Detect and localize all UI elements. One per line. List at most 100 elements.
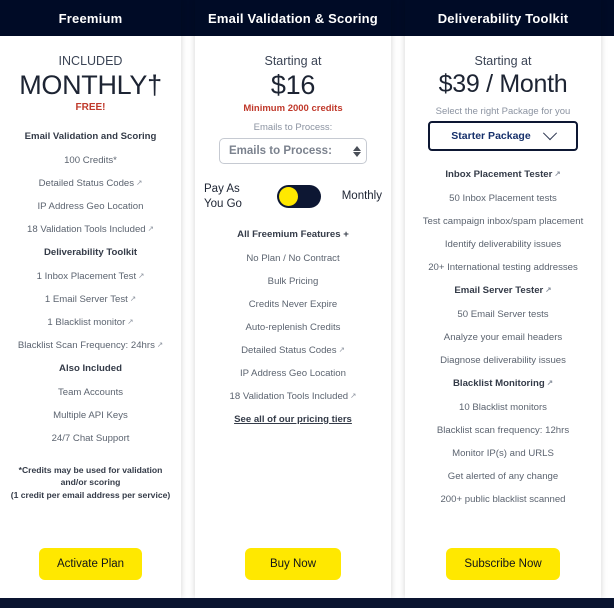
feature-item: 10 Blacklist monitors [411, 402, 595, 414]
feature-item: 20+ International testing addresses [411, 262, 595, 274]
feature-item[interactable]: Blacklist Scan Frequency: 24hrs ↗ [6, 340, 175, 352]
feature-label: Identify deliverability issues [444, 238, 562, 250]
external-link-icon: ↗ [554, 169, 561, 178]
feature-label: Blacklist Monitoring [453, 377, 545, 389]
feature-item: IP Address Geo Location [201, 368, 385, 380]
emails-to-process-placeholder: Emails to Process: [229, 145, 332, 158]
price-block-freemium: INCLUDED MONTHLY† FREE! [6, 36, 175, 113]
card-gap [391, 0, 405, 598]
spinner-up-arrow-icon[interactable] [352, 145, 361, 151]
feature-label: Test campaign inbox/spam placement [422, 215, 584, 227]
feature-item: 200+ public blacklist scanned [411, 494, 595, 506]
feature-label: Inbox Placement Tester [445, 169, 553, 180]
toggle-knob [278, 187, 298, 207]
pricing-cards-row: Freemium INCLUDED MONTHLY† FREE! Email V… [0, 0, 614, 598]
cta-wrap-deliverability: Subscribe Now [411, 548, 595, 598]
price-value-email-validation: $16 [270, 70, 316, 100]
external-link-icon: ↗ [546, 377, 553, 387]
starting-at-label: Starting at [474, 54, 532, 68]
card-body-deliverability: Starting at $39 / Month Select the right… [405, 36, 601, 598]
feature-section-heading: Also Included [6, 363, 175, 375]
feature-label: Blacklist Scan Frequency: 24hrs [17, 340, 155, 352]
activate-plan-button[interactable]: Activate Plan [38, 548, 143, 580]
spinner-down-arrow-icon[interactable] [352, 151, 361, 157]
feature-item: Credits Never Expire [201, 299, 385, 311]
feature-label: 24/7 Chat Support [51, 433, 130, 445]
feature-item: 50 Inbox Placement tests [411, 193, 595, 205]
feature-item: 100 Credits* [6, 155, 175, 167]
emails-to-process-input[interactable]: Emails to Process: [219, 138, 367, 165]
feature-label: 200+ public blacklist scanned [440, 493, 566, 505]
feature-item[interactable]: Detailed Status Codes ↗ [6, 178, 175, 190]
feature-label: Also Included [59, 363, 122, 375]
feature-item[interactable]: 1 Blacklist monitor ↗ [6, 317, 175, 329]
feature-item: Analyze your email headers [411, 332, 595, 344]
feature-label: IP Address Geo Location [37, 201, 144, 213]
card-header-deliverability: Deliverability Toolkit [405, 0, 601, 36]
external-link-icon: ↗ [545, 284, 552, 294]
feature-item: IP Address Geo Location [6, 201, 175, 213]
feature-list-deliverability: Inbox Placement Tester ↗ 50 Inbox Placeme… [411, 165, 595, 517]
bottom-navy-band [0, 598, 614, 608]
feature-section-heading: All Freemium Features + [201, 229, 385, 241]
card-gap [181, 0, 195, 598]
feature-section-heading[interactable]: Email Server Tester ↗ [411, 285, 595, 297]
feature-label: Email Server Tester [454, 284, 544, 296]
billing-toggle-row: Pay As You Go Monthly [201, 182, 385, 211]
feature-item[interactable]: 1 Inbox Placement Test ↗ [6, 271, 175, 283]
feature-label: Blacklist scan frequency: 12hrs [436, 424, 570, 436]
package-select-dropdown[interactable]: Starter Package [428, 121, 578, 151]
feature-item: Diagnose deliverability issues [411, 355, 595, 367]
feature-item: Auto-replenish Credits [201, 322, 385, 334]
feature-list-email-validation: All Freemium Features + No Plan / No Con… [201, 225, 385, 437]
feature-item: Get alerted of any change [411, 471, 595, 483]
price-block-email-validation: Starting at $16 Minimum 2000 credits Ema… [201, 36, 385, 133]
feature-label: 1 Email Server Test [44, 294, 128, 306]
feature-item: 24/7 Chat Support [6, 433, 175, 445]
subscribe-now-button[interactable]: Subscribe Now [446, 548, 560, 580]
card-header-email-validation: Email Validation & Scoring [195, 0, 391, 36]
billing-toggle-switch[interactable] [276, 185, 321, 209]
feature-section-heading[interactable]: Inbox Placement Tester ↗ [411, 169, 595, 181]
package-select-value: Starter Package [451, 130, 531, 142]
feature-label: Detailed Status Codes [38, 178, 135, 190]
feature-label: 1 Inbox Placement Test [36, 271, 137, 283]
cta-wrap-freemium: Activate Plan [6, 548, 175, 598]
feature-item: Identify deliverability issues [411, 239, 595, 251]
feature-label: 50 Inbox Placement tests [449, 192, 557, 204]
feature-section-heading[interactable]: Blacklist Monitoring ↗ [411, 378, 595, 390]
feature-label: Team Accounts [57, 387, 124, 399]
emails-to-process-label: Emails to Process: [253, 122, 333, 134]
external-link-icon: ↗ [156, 340, 164, 350]
see-all-pricing-tiers-link[interactable]: See all of our pricing tiers [201, 414, 385, 426]
card-header-freemium: Freemium [0, 0, 181, 36]
price-free-badge: FREE! [75, 102, 106, 114]
feature-label: 1 Blacklist monitor [47, 317, 126, 329]
feature-label: Email Validation and Scoring [24, 131, 157, 143]
cta-wrap-email-validation: Buy Now [201, 548, 385, 598]
card-body-freemium: INCLUDED MONTHLY† FREE! Email Validation… [0, 36, 181, 598]
feature-label: Credits Never Expire [248, 298, 338, 310]
feature-item[interactable]: 1 Email Server Test ↗ [6, 294, 175, 306]
feature-item: Team Accounts [6, 387, 175, 399]
feature-label: Monitor IP(s) and URLS [452, 447, 554, 459]
feature-section-heading: Deliverability Toolkit [6, 247, 175, 259]
external-link-icon: ↗ [350, 390, 357, 400]
feature-label: Multiple API Keys [53, 410, 128, 422]
feature-label: Analyze your email headers [443, 331, 563, 343]
buy-now-button[interactable]: Buy Now [245, 548, 341, 580]
minimum-credits-note: Minimum 2000 credits [243, 103, 343, 115]
feature-item: Monitor IP(s) and URLS [411, 448, 595, 460]
feature-label: Deliverability Toolkit [43, 247, 138, 259]
number-spinner-icon[interactable] [351, 142, 362, 160]
feature-item[interactable]: 18 Validation Tools Included ↗ [201, 391, 385, 403]
included-label: INCLUDED [58, 54, 123, 68]
chevron-down-icon [542, 126, 557, 141]
footnote-line-1: *Credits may be used for validation and/… [18, 465, 163, 488]
feature-item[interactable]: 18 Validation Tools Included ↗ [6, 224, 175, 236]
feature-item: 50 Email Server tests [411, 309, 595, 321]
feature-label: IP Address Geo Location [240, 367, 346, 379]
feature-label: 10 Blacklist monitors [459, 401, 547, 413]
credits-footnote: *Credits may be used for validation and/… [6, 464, 175, 501]
feature-item[interactable]: Detailed Status Codes ↗ [201, 345, 385, 357]
